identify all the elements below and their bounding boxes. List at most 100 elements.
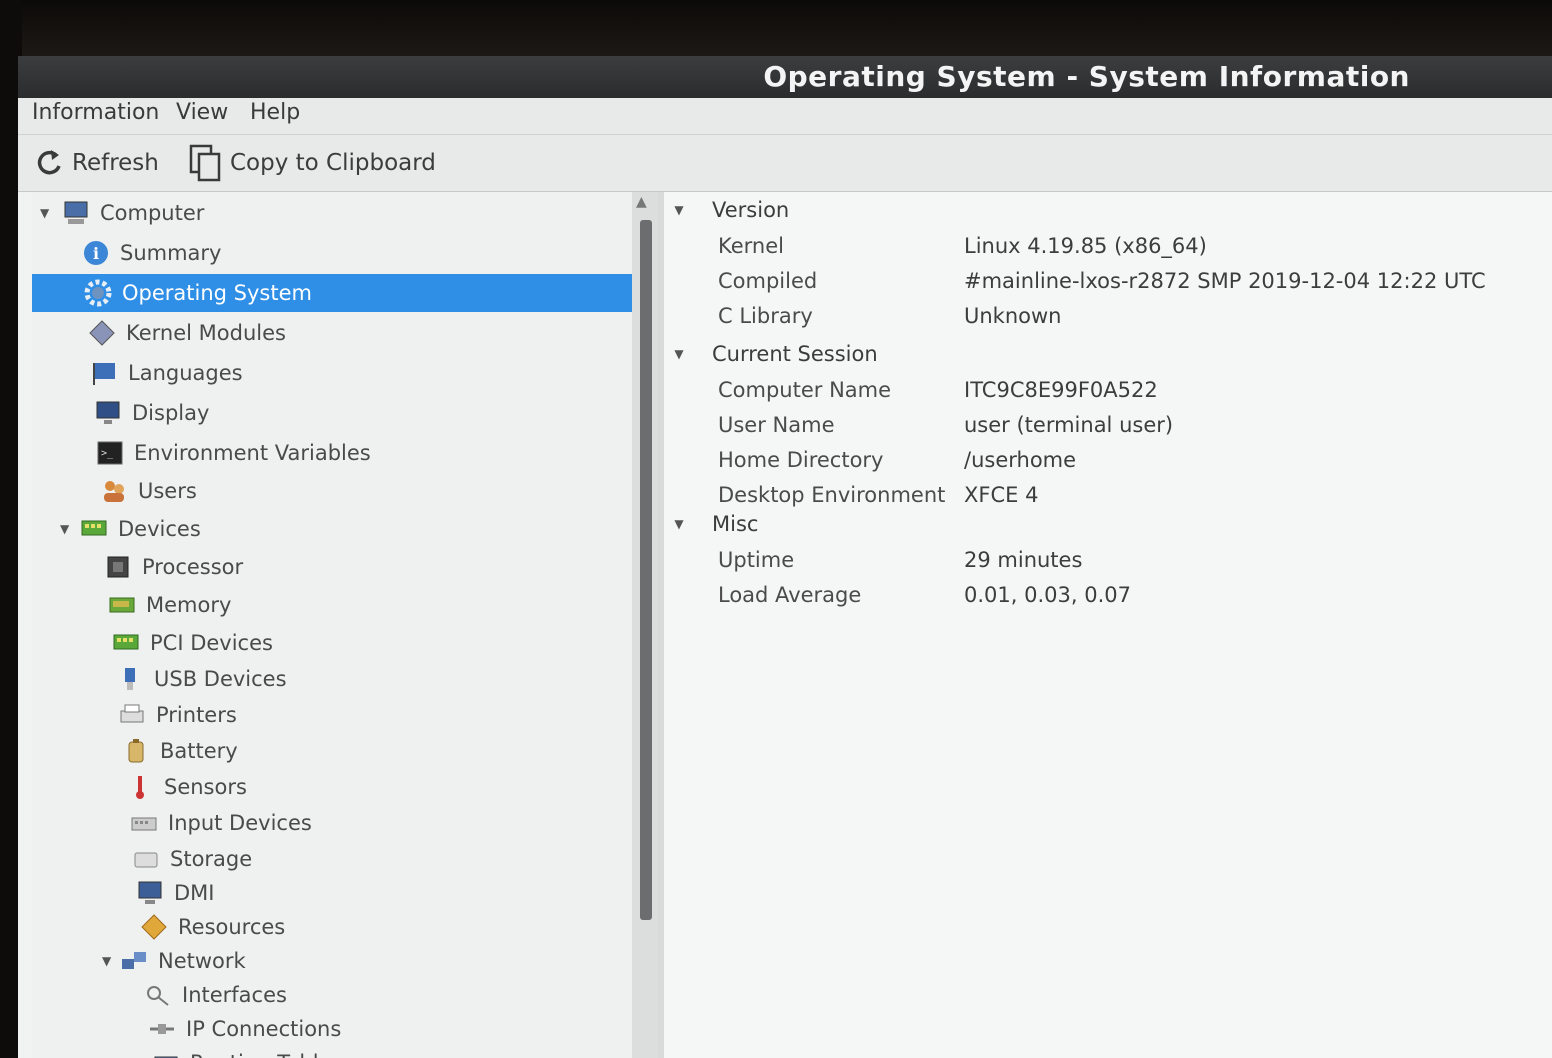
sidebar-item-routing-table[interactable]: Routing Table xyxy=(32,1044,632,1058)
window-title: Operating System - System Information xyxy=(763,60,1410,93)
expand-arrow-icon[interactable]: ▼ xyxy=(102,954,111,968)
sidebar-item-storage[interactable]: Storage xyxy=(32,840,632,878)
detail-value[interactable]: /userhome xyxy=(964,448,1076,472)
sidebar-item-label: Processor xyxy=(142,555,244,579)
network-icon xyxy=(120,947,148,975)
sidebar-item-label: Kernel Modules xyxy=(126,321,286,345)
sidebar-item-label: Network xyxy=(158,949,246,973)
section-title: Version xyxy=(712,198,790,222)
sidebar-item-sensors[interactable]: Sensors xyxy=(32,768,632,806)
sidebar-item-summary[interactable]: i Summary xyxy=(32,234,632,272)
menu-bar: Information View Help xyxy=(18,98,1552,135)
detail-key: Kernel xyxy=(718,234,784,258)
printer-icon xyxy=(118,701,146,729)
sidebar-item-label: Computer xyxy=(100,201,205,225)
sidebar-item-languages[interactable]: Languages xyxy=(32,354,632,392)
sidebar-item-computer[interactable]: ▼ Computer xyxy=(32,194,632,232)
battery-icon xyxy=(122,737,150,765)
usb-icon xyxy=(116,665,144,693)
sidebar-item-interfaces[interactable]: Interfaces xyxy=(32,976,632,1014)
thermometer-icon xyxy=(126,773,154,801)
gear-icon xyxy=(84,279,112,307)
detail-value[interactable]: XFCE 4 xyxy=(964,483,1038,507)
pci-card-icon xyxy=(112,629,140,657)
sidebar-item-ip-connections[interactable]: IP Connections xyxy=(32,1010,632,1048)
sidebar-item-network[interactable]: ▼ Network xyxy=(32,942,632,980)
section-header-version[interactable]: ▼ Version xyxy=(664,198,789,222)
sidebar-item-users[interactable]: Users xyxy=(32,472,632,510)
collapse-arrow-icon[interactable]: ▼ xyxy=(664,203,694,217)
sidebar-item-usb-devices[interactable]: USB Devices xyxy=(32,660,632,698)
computer-icon xyxy=(62,199,90,227)
sidebar-item-pci-devices[interactable]: PCI Devices xyxy=(32,624,632,662)
menu-information[interactable]: Information xyxy=(28,100,163,125)
svg-text:>_: >_ xyxy=(101,448,114,459)
monitor-bezel-top xyxy=(0,0,1552,60)
sidebar-item-label: Battery xyxy=(160,739,238,763)
sidebar-item-label: Resources xyxy=(178,915,286,939)
detail-key: Uptime xyxy=(718,548,795,572)
detail-key: User Name xyxy=(718,413,835,437)
sidebar-item-label: Printers xyxy=(156,703,237,727)
sidebar-item-environment-variables[interactable]: >_ Environment Variables xyxy=(32,434,632,472)
collapse-arrow-icon[interactable]: ▼ xyxy=(664,347,694,361)
svg-text:i: i xyxy=(93,244,99,263)
title-bar[interactable]: Operating System - System Information xyxy=(18,56,1552,98)
sidebar-item-label: Sensors xyxy=(164,775,247,799)
chip-icon xyxy=(104,553,132,581)
terminal-icon: >_ xyxy=(96,439,124,467)
details-pane: ▼ Version Kernel Linux 4.19.85 (x86_64) Comp… xyxy=(664,192,1552,1058)
detail-value[interactable]: ITC9C8E99F0A522 xyxy=(964,378,1158,402)
sidebar-item-label: PCI Devices xyxy=(150,631,273,655)
refresh-icon xyxy=(34,146,64,180)
info-icon: i xyxy=(82,239,110,267)
sidebar-item-display[interactable]: Display xyxy=(32,394,632,432)
menu-view[interactable]: View xyxy=(172,100,232,125)
scroll-thumb[interactable] xyxy=(640,220,652,920)
detail-key: C Library xyxy=(718,304,813,328)
sidebar-item-kernel-modules[interactable]: Kernel Modules xyxy=(32,314,632,352)
collapse-arrow-icon[interactable]: ▼ xyxy=(664,517,694,531)
expand-arrow-icon[interactable]: ▼ xyxy=(40,206,49,220)
sidebar-tree[interactable]: ▼ Computer i Summary Operating System Kernel … xyxy=(32,192,632,1058)
users-icon xyxy=(100,477,128,505)
sidebar-item-label: Devices xyxy=(118,517,201,541)
sidebar-item-battery[interactable]: Battery xyxy=(32,732,632,770)
section-header-misc[interactable]: ▼ Misc xyxy=(664,512,758,536)
sidebar-item-devices[interactable]: ▼ Devices xyxy=(32,510,632,548)
detail-value[interactable]: #mainline-lxos-r2872 SMP 2019-12-04 12:2… xyxy=(964,269,1486,293)
monitor-icon xyxy=(136,879,164,907)
detail-value[interactable]: 0.01, 0.03, 0.07 xyxy=(964,583,1131,607)
toolbar: Refresh Copy to Clipboard xyxy=(18,135,1552,192)
sidebar-item-dmi[interactable]: DMI xyxy=(32,874,632,912)
menu-help[interactable]: Help xyxy=(246,100,304,125)
sidebar-item-operating-system[interactable]: Operating System xyxy=(32,274,632,312)
connections-icon xyxy=(148,1015,176,1043)
sidebar-item-memory[interactable]: Memory xyxy=(32,586,632,624)
sidebar-item-processor[interactable]: Processor xyxy=(32,548,632,586)
sidebar-item-resources[interactable]: Resources xyxy=(32,908,632,946)
section-header-current-session[interactable]: ▼ Current Session xyxy=(664,342,878,366)
detail-value[interactable]: user (terminal user) xyxy=(964,413,1173,437)
memory-icon xyxy=(108,591,136,619)
section-title: Current Session xyxy=(712,342,878,366)
sidebar-item-input-devices[interactable]: Input Devices xyxy=(32,804,632,842)
detail-value[interactable]: 29 minutes xyxy=(964,548,1082,572)
routing-icon xyxy=(152,1049,180,1058)
scroll-up-icon[interactable]: ▲ xyxy=(636,194,647,210)
section-title: Misc xyxy=(712,512,759,536)
detail-key: Computer Name xyxy=(718,378,892,402)
detail-value[interactable]: Linux 4.19.85 (x86_64) xyxy=(964,234,1207,258)
clipboard-icon xyxy=(188,143,222,183)
expand-arrow-icon[interactable]: ▼ xyxy=(60,522,69,536)
display-icon xyxy=(94,399,122,427)
copy-to-clipboard-button[interactable]: Copy to Clipboard xyxy=(188,141,436,185)
sidebar-scrollbar[interactable]: ▲ xyxy=(632,192,658,1058)
detail-value[interactable]: Unknown xyxy=(964,304,1061,328)
sidebar-item-label: Environment Variables xyxy=(134,441,371,465)
sidebar-item-printers[interactable]: Printers xyxy=(32,696,632,734)
sidebar-item-label: Routing Table xyxy=(190,1051,332,1058)
refresh-button[interactable]: Refresh xyxy=(34,141,159,185)
interfaces-icon xyxy=(144,981,172,1009)
module-icon xyxy=(88,319,116,347)
